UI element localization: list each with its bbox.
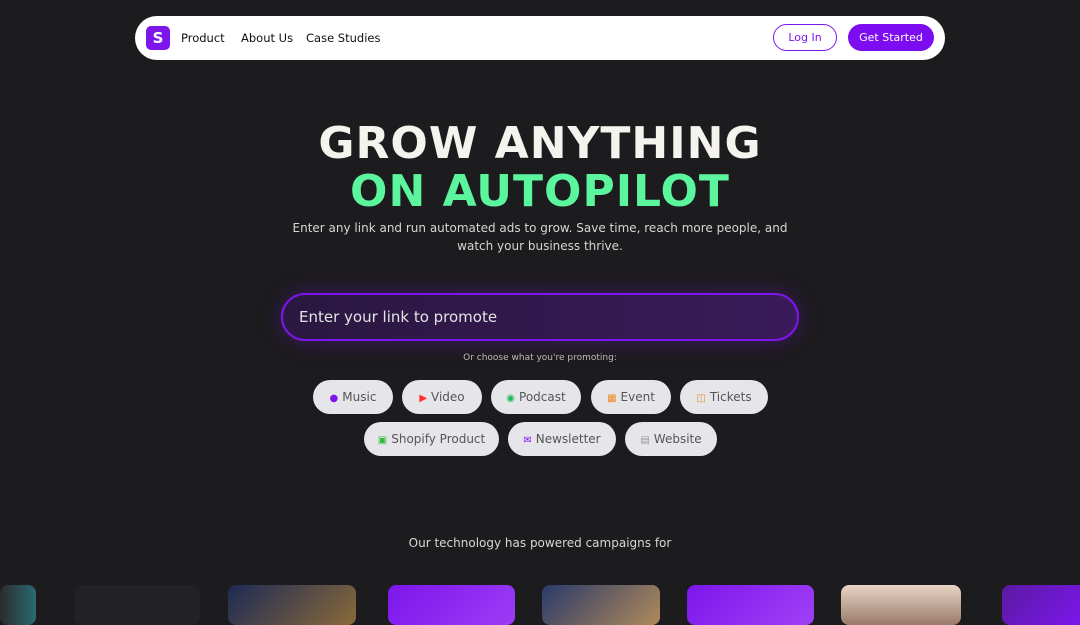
campaign-card-image [841, 585, 961, 625]
chip-label: Event [620, 390, 655, 404]
link-input[interactable] [281, 293, 799, 341]
category-chip-website[interactable]: ▤ Website [625, 422, 717, 456]
chip-label: Music [342, 390, 377, 404]
category-chip-shopify-product[interactable]: ▣ Shopify Product [364, 422, 499, 456]
category-chip-video[interactable]: ▶ Video [402, 380, 482, 414]
top-nav-bar: S Product About Us Case Studies Log In G… [135, 16, 945, 60]
calendar-icon: ▦ [607, 393, 617, 404]
chip-label: Video [431, 390, 465, 404]
youtube-icon: ▶ [419, 393, 428, 404]
chip-label: Tickets [709, 390, 752, 404]
powered-by-label: Our technology has powered campaigns for [408, 536, 672, 550]
mail-icon: ✉ [523, 435, 532, 446]
hero-subtitle: Enter any link and run automated ads to … [292, 221, 788, 253]
category-chip-event[interactable]: ▦ Event [591, 380, 671, 414]
headphones-icon: ◉ [506, 393, 516, 404]
category-chip-newsletter[interactable]: ✉ Newsletter [508, 422, 616, 456]
nav-link-case-studies[interactable]: Case Studies [306, 16, 380, 60]
category-chip-tickets[interactable]: ◫ Tickets [680, 380, 768, 414]
nav-link-product[interactable]: Product [181, 16, 225, 60]
chip-label: Newsletter [535, 432, 601, 446]
ticket-icon: ◫ [696, 393, 706, 404]
campaign-card-image [388, 585, 515, 625]
category-chip-music[interactable]: ● Music [313, 380, 393, 414]
chip-label: Shopify Product [391, 432, 486, 446]
brand-logo[interactable]: S [146, 26, 170, 50]
campaign-card-image [1002, 585, 1080, 625]
hero-title-line-2: ON AUTOPILOT [350, 166, 730, 217]
document-icon: ▤ [640, 435, 650, 446]
get-started-button[interactable]: Get Started [848, 24, 934, 51]
spotify-icon: ● [329, 393, 339, 404]
log-in-button[interactable]: Log In [773, 24, 837, 51]
campaign-card-image [0, 585, 36, 625]
chip-label: Website [653, 432, 702, 446]
campaign-card-image [74, 585, 200, 625]
shopify-icon: ▣ [377, 435, 388, 446]
campaign-card-image [687, 585, 814, 625]
category-chip-podcast[interactable]: ◉ Podcast [491, 380, 581, 414]
hero-title-line-1: GROW ANYTHING [318, 118, 762, 169]
campaign-card-image [228, 585, 356, 625]
campaign-card-image [542, 585, 660, 625]
nav-link-about-us[interactable]: About Us [241, 16, 293, 60]
chip-label: Podcast [519, 390, 566, 404]
choose-category-label: Or choose what you're promoting: [463, 353, 617, 363]
